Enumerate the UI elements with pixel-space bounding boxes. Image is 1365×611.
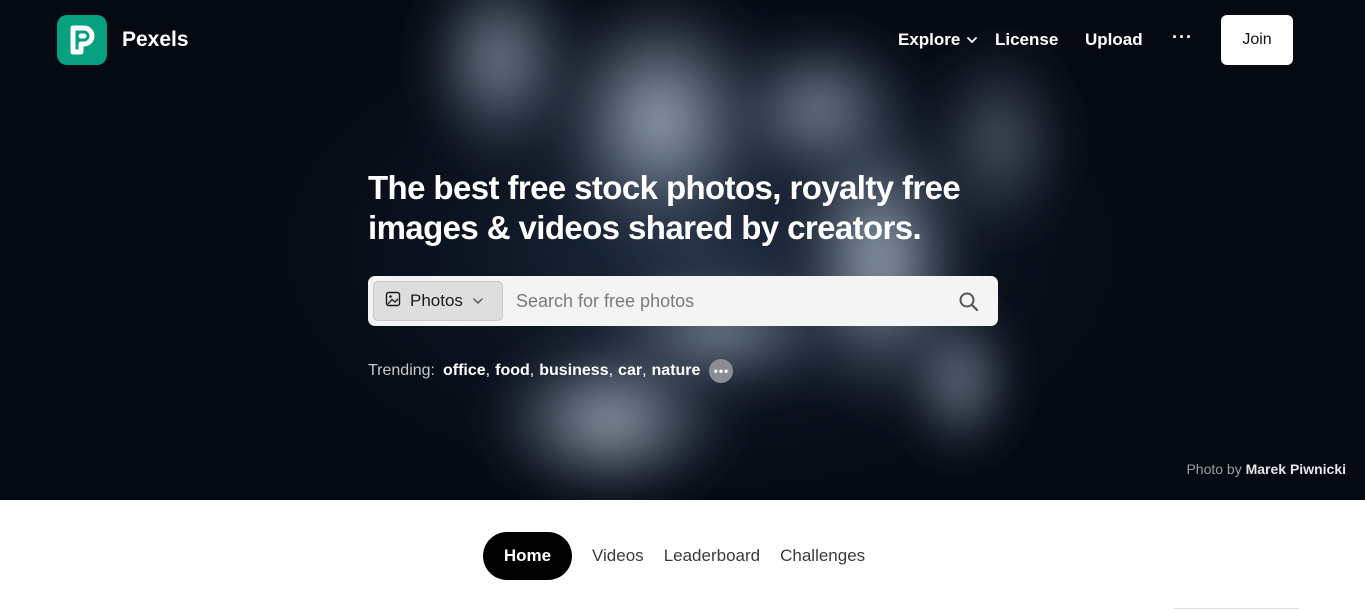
photo-credit-prefix: Photo by — [1186, 461, 1242, 477]
tab-home[interactable]: Home — [483, 532, 572, 580]
search-type-label: Photos — [410, 291, 463, 310]
photo-credit-author[interactable]: Marek Piwnicki — [1246, 461, 1346, 477]
chevron-down-icon — [966, 36, 978, 44]
hero-headline: The best free stock photos, royalty free… — [368, 168, 1008, 248]
join-button[interactable]: Join — [1221, 15, 1293, 65]
trending-separator: , — [529, 362, 535, 379]
more-trending-icon[interactable]: ••• — [709, 359, 734, 383]
photo-credit: Photo by Marek Piwnicki — [1186, 461, 1346, 477]
pexels-logo-icon[interactable] — [57, 15, 107, 65]
search-type-dropdown[interactable]: Photos — [373, 281, 503, 321]
nav-upload[interactable]: Upload — [1085, 30, 1143, 50]
divider — [1174, 608, 1299, 609]
search-input[interactable] — [516, 285, 936, 317]
trending-separator: , — [608, 362, 614, 379]
content-tabs: Home Videos Leaderboard Challenges — [483, 532, 885, 580]
hero-headline-line1: The best free stock photos, royalty free — [368, 169, 961, 206]
search-icon[interactable] — [958, 291, 980, 313]
image-icon — [385, 291, 401, 312]
top-navigation: Pexels Explore License Upload ··· Join — [0, 0, 1365, 80]
nav-license[interactable]: License — [995, 30, 1058, 50]
trending-link-business[interactable]: business — [539, 362, 608, 380]
tab-videos[interactable]: Videos — [592, 546, 644, 566]
brand-name[interactable]: Pexels — [122, 28, 189, 52]
hero-section: Pexels Explore License Upload ··· Join T… — [0, 0, 1365, 500]
tab-challenges[interactable]: Challenges — [780, 546, 865, 566]
trending-separator: , — [485, 362, 491, 379]
tab-leaderboard[interactable]: Leaderboard — [664, 546, 760, 566]
trending-separator: , — [642, 362, 647, 379]
trending-label: Trending: — [368, 362, 435, 379]
trending-link-car[interactable]: car — [618, 362, 642, 380]
chevron-down-icon — [472, 297, 484, 305]
nav-explore[interactable]: Explore — [898, 30, 978, 50]
trending-searches: Trending: office, food, business, car, n… — [368, 359, 734, 383]
nav-explore-label: Explore — [898, 30, 961, 49]
hero-headline-line2: images & videos shared by creators. — [368, 209, 922, 246]
more-options-icon[interactable]: ··· — [1172, 27, 1193, 48]
trending-link-nature[interactable]: nature — [652, 362, 701, 380]
search-bar: Photos — [368, 276, 998, 326]
trending-link-office[interactable]: office — [443, 362, 486, 380]
trending-link-food[interactable]: food — [495, 362, 530, 380]
